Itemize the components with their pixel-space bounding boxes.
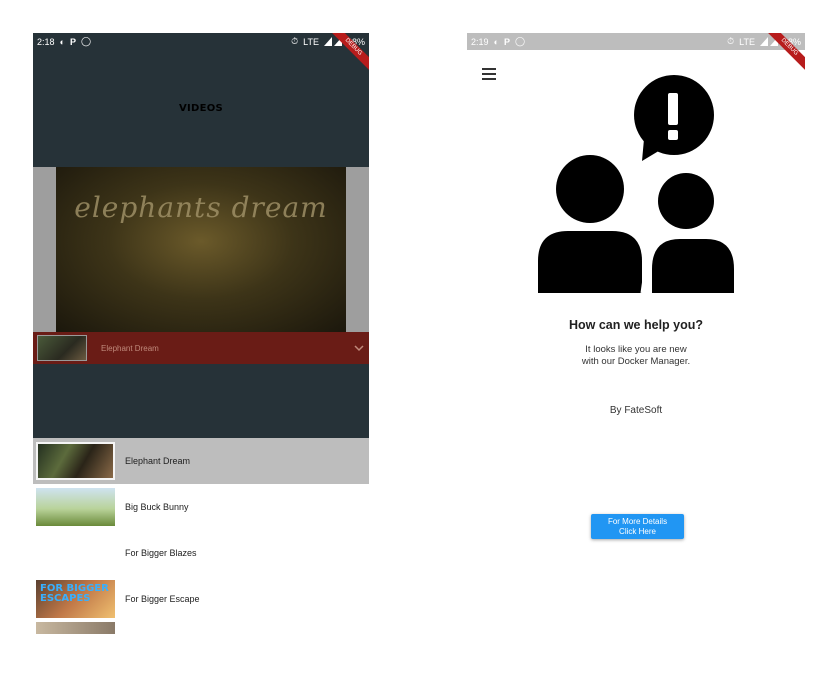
network-type: LTE: [303, 36, 319, 47]
help-screen: 2:19 ◐ P ◯ ⏱ LTE 88% DEBUG How can we he…: [467, 33, 805, 637]
video-player[interactable]: elephants dream: [33, 167, 369, 332]
menu-icon[interactable]: [482, 68, 496, 80]
button-label-line2: Click Here: [619, 526, 656, 536]
videos-screen: 2:18 ◐ P ◯ ⏱ LTE 88% DEBUG VIDEOS elepha…: [33, 33, 369, 637]
list-item[interactable]: For Bigger Blazes: [33, 530, 369, 576]
help-heading: How can we help you?: [568, 318, 704, 332]
list-item-title: Big Buck Bunny: [125, 502, 189, 512]
for-bigger-escape-thumbnail: FOR BIGGER ESCAPES: [36, 580, 115, 618]
network-type: LTE: [739, 36, 755, 47]
notification-icon: ◐: [493, 36, 499, 47]
help-text-line: with our Docker Manager.: [581, 356, 691, 367]
list-item[interactable]: FOR BIGGER ESCAPES For Bigger Escape: [33, 576, 369, 622]
button-label-line1: For More Details: [607, 516, 668, 526]
alarm-icon: ⏱: [727, 36, 735, 46]
video-frame[interactable]: elephants dream: [56, 167, 346, 332]
thumbnail-text: FOR BIGGER ESCAPES: [40, 583, 109, 604]
page-title: VIDEOS: [178, 103, 224, 114]
feedback-illustration-icon: [538, 75, 734, 294]
video-list: Elephant Dream Big Buck Bunny For Bigger…: [33, 438, 369, 634]
help-description: It looks like you are new with our Docke…: [467, 344, 805, 368]
list-item[interactable]: Elephant Dream: [33, 438, 369, 484]
alarm-icon: ⏱: [291, 36, 299, 46]
notification-icon: ◐: [59, 36, 65, 47]
chevron-down-icon[interactable]: [353, 342, 365, 354]
author-credit: By FateSoft: [609, 405, 663, 416]
elephant-dream-thumbnail: [36, 442, 115, 480]
dropdown-thumbnail: [37, 335, 87, 361]
video-title-art: elephants dream: [74, 191, 328, 224]
dropdown-selected-label: Elephant Dream: [101, 343, 159, 353]
list-item[interactable]: [33, 622, 369, 634]
list-item-title: For Bigger Escape: [125, 594, 200, 604]
status-time: 2:18: [37, 36, 55, 47]
list-item[interactable]: Big Buck Bunny: [33, 484, 369, 530]
help-text-line: It looks like you are new: [585, 344, 687, 355]
list-item-title: Elephant Dream: [125, 456, 191, 466]
partial-thumbnail: [36, 622, 115, 634]
list-item-title: For Bigger Blazes: [125, 548, 197, 558]
big-buck-bunny-thumbnail: [36, 488, 115, 526]
video-dropdown[interactable]: Elephant Dream: [33, 332, 369, 364]
status-time: 2:19: [471, 36, 489, 47]
whatsapp-icon: ◯: [80, 36, 92, 46]
pinterest-icon: P: [69, 36, 76, 47]
whatsapp-icon: ◯: [514, 36, 526, 46]
spacer: [33, 364, 369, 438]
status-bar: 2:18 ◐ P ◯ ⏱ LTE 88%: [33, 33, 369, 50]
more-details-button[interactable]: For More Details Click Here: [591, 514, 684, 539]
pinterest-icon: P: [503, 36, 510, 47]
status-bar: 2:19 ◐ P ◯ ⏱ LTE 88%: [467, 33, 805, 50]
app-bar: VIDEOS: [33, 50, 369, 167]
